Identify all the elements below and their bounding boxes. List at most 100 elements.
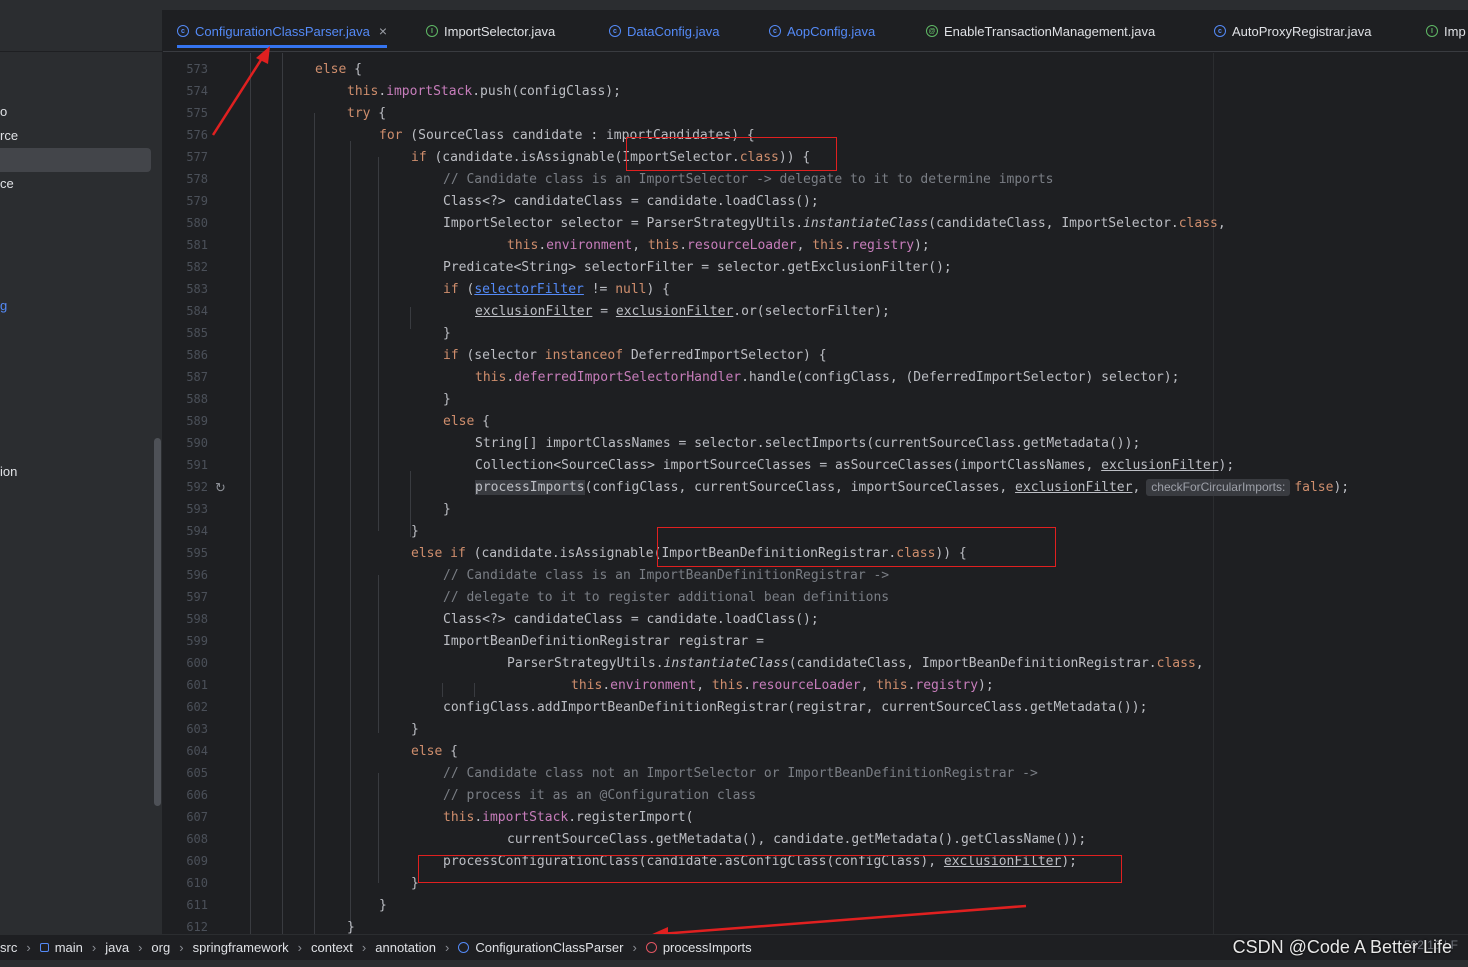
- line-number[interactable]: 581: [163, 238, 208, 252]
- code-line[interactable]: if (selectorFilter != null) {: [443, 279, 670, 301]
- code-line[interactable]: // Candidate class not an ImportSelector…: [443, 763, 1038, 785]
- project-tree-selected-row[interactable]: [0, 148, 151, 172]
- line-number[interactable]: 606: [163, 788, 208, 802]
- code-line[interactable]: Collection<SourceClass> importSourceClas…: [475, 455, 1234, 477]
- tab-configuration-class-parser[interactable]: c ConfigurationClassParser.java ×: [177, 10, 388, 52]
- breadcrumb-item-org[interactable]: org ›: [151, 940, 192, 955]
- line-number[interactable]: 604: [163, 744, 208, 758]
- code-line[interactable]: }: [347, 917, 355, 934]
- line-number[interactable]: 592: [163, 480, 208, 494]
- code-line[interactable]: exclusionFilter = exclusionFilter.or(sel…: [475, 301, 890, 323]
- project-panel-scrollbar[interactable]: [154, 438, 161, 806]
- line-number[interactable]: 573: [163, 62, 208, 76]
- code-line[interactable]: currentSourceClass.getMetadata(), candid…: [507, 829, 1086, 851]
- line-number[interactable]: 576: [163, 128, 208, 142]
- code-line[interactable]: this.importStack.registerImport(: [443, 807, 693, 829]
- breadcrumb-item-context[interactable]: context ›: [311, 940, 375, 955]
- code-line[interactable]: Class<?> candidateClass = candidate.load…: [443, 191, 819, 213]
- code-line[interactable]: }: [411, 719, 419, 741]
- line-number[interactable]: 602: [163, 700, 208, 714]
- code-line[interactable]: else {: [411, 741, 458, 763]
- code-line[interactable]: }: [443, 389, 451, 411]
- code-line[interactable]: this.environment, this.resourceLoader, t…: [507, 235, 930, 257]
- breadcrumb-item-method[interactable]: processImports: [645, 940, 752, 955]
- line-number[interactable]: 611: [163, 898, 208, 912]
- code-line[interactable]: // Candidate class is an ImportBeanDefin…: [443, 565, 889, 587]
- line-number[interactable]: 587: [163, 370, 208, 384]
- code-line[interactable]: // process it as an @Configuration class: [443, 785, 756, 807]
- line-number[interactable]: 596: [163, 568, 208, 582]
- line-number[interactable]: 597: [163, 590, 208, 604]
- line-number[interactable]: 607: [163, 810, 208, 824]
- close-icon[interactable]: ×: [379, 23, 387, 39]
- line-number[interactable]: 612: [163, 920, 208, 934]
- line-number[interactable]: 609: [163, 854, 208, 868]
- line-number[interactable]: 575: [163, 106, 208, 120]
- line-number[interactable]: 600: [163, 656, 208, 670]
- line-number[interactable]: 598: [163, 612, 208, 626]
- code-editor[interactable]: 573 574 575 576 577 578 579 580 581 582 583 584 585 5…: [163, 53, 1468, 934]
- line-number[interactable]: 583: [163, 282, 208, 296]
- project-tree-item[interactable]: ce: [0, 176, 14, 191]
- tab-auto-proxy-registrar[interactable]: c AutoProxyRegistrar.java: [1214, 10, 1371, 52]
- line-number[interactable]: 582: [163, 260, 208, 274]
- breadcrumb-item-java[interactable]: java ›: [105, 940, 151, 955]
- code-line[interactable]: this.importStack.push(configClass);: [347, 81, 621, 103]
- code-line[interactable]: Class<?> candidateClass = candidate.load…: [443, 609, 819, 631]
- code-line[interactable]: }: [443, 499, 451, 521]
- line-number[interactable]: 580: [163, 216, 208, 230]
- project-panel[interactable]: o rce ce g ion: [0, 10, 163, 934]
- line-number[interactable]: 574: [163, 84, 208, 98]
- line-number[interactable]: 593: [163, 502, 208, 516]
- breadcrumb-item-springframework[interactable]: springframework ›: [193, 940, 311, 955]
- line-number[interactable]: 589: [163, 414, 208, 428]
- line-number[interactable]: 586: [163, 348, 208, 362]
- line-number[interactable]: 603: [163, 722, 208, 736]
- code-line[interactable]: else {: [443, 411, 490, 433]
- breadcrumb-item-annotation[interactable]: annotation ›: [375, 940, 458, 955]
- code-line[interactable]: // delegate to it to register additional…: [443, 587, 889, 609]
- code-line[interactable]: Predicate<String> selectorFilter = selec…: [443, 257, 952, 279]
- project-tree-item[interactable]: ion: [0, 464, 17, 479]
- tab-data-config[interactable]: c DataConfig.java: [609, 10, 720, 52]
- code-line[interactable]: }: [379, 895, 387, 917]
- tab-import-selector[interactable]: I ImportSelector.java: [426, 10, 555, 52]
- line-number[interactable]: 591: [163, 458, 208, 472]
- breadcrumb-item-src[interactable]: src ›: [0, 940, 40, 955]
- code-line[interactable]: processImports(configClass, currentSourc…: [475, 477, 1349, 499]
- code-line[interactable]: this.environment, this.resourceLoader, t…: [571, 675, 994, 697]
- line-number[interactable]: 599: [163, 634, 208, 648]
- breadcrumb-item-class[interactable]: ConfigurationClassParser ›: [458, 940, 645, 955]
- line-number[interactable]: 594: [163, 524, 208, 538]
- tab-aop-config[interactable]: c AopConfig.java: [769, 10, 875, 52]
- project-tree-item[interactable]: g: [0, 298, 7, 313]
- code-line[interactable]: String[] importClassNames = selector.sel…: [475, 433, 1140, 455]
- recursion-icon[interactable]: ↻: [215, 481, 229, 495]
- code-line[interactable]: // Candidate class is an ImportSelector …: [443, 169, 1053, 191]
- code-line[interactable]: this.deferredImportSelectorHandler.handl…: [475, 367, 1179, 389]
- code-line[interactable]: }: [411, 521, 419, 543]
- line-number[interactable]: 588: [163, 392, 208, 406]
- code-line[interactable]: else {: [315, 59, 362, 81]
- line-number[interactable]: 577: [163, 150, 208, 164]
- inlay-hint[interactable]: checkForCircularImports:: [1146, 479, 1291, 496]
- line-number[interactable]: 578: [163, 172, 208, 186]
- project-tree-item[interactable]: rce: [0, 128, 18, 143]
- code-line[interactable]: if (selector instanceof DeferredImportSe…: [443, 345, 827, 367]
- code-line[interactable]: configClass.addImportBeanDefinitionRegis…: [443, 697, 1147, 719]
- tab-enable-transaction-management[interactable]: @ EnableTransactionManagement.java: [926, 10, 1155, 52]
- line-number[interactable]: 585: [163, 326, 208, 340]
- breadcrumb-item-main[interactable]: main ›: [39, 940, 106, 955]
- line-number[interactable]: 584: [163, 304, 208, 318]
- line-number[interactable]: 579: [163, 194, 208, 208]
- project-tree-item[interactable]: o: [0, 104, 7, 119]
- code-line[interactable]: ParserStrategyUtils.instantiateClass(can…: [507, 653, 1204, 675]
- code-line[interactable]: ImportSelector selector = ParserStrategy…: [443, 213, 1226, 235]
- line-number-gutter[interactable]: 573 574 575 576 577 578 579 580 581 582 583 584 585 5…: [163, 53, 226, 934]
- line-number[interactable]: 608: [163, 832, 208, 846]
- line-number[interactable]: 601: [163, 678, 208, 692]
- code-line[interactable]: try {: [347, 103, 386, 125]
- tab-imp-overflow[interactable]: I Imp: [1426, 10, 1466, 52]
- line-number[interactable]: 610: [163, 876, 208, 890]
- line-number[interactable]: 590: [163, 436, 208, 450]
